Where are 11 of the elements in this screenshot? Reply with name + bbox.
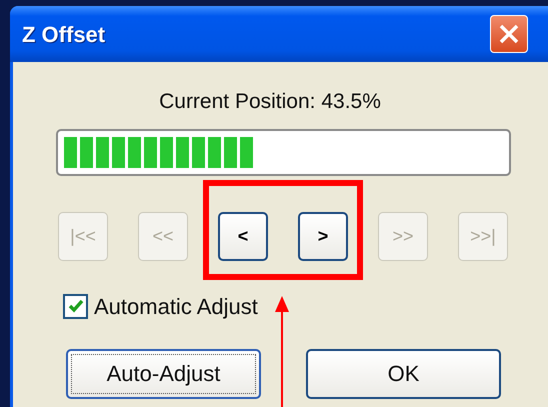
checkmark-icon (68, 299, 84, 313)
window-title: Z Offset (22, 20, 106, 48)
close-button[interactable] (490, 15, 528, 53)
dialog-button[interactable]: Auto-Adjust (66, 348, 261, 398)
checkbox[interactable] (63, 294, 88, 318)
dialog-button[interactable]: OK (306, 348, 501, 398)
close-icon (498, 23, 520, 45)
position-label: Current Position: 43.5% (159, 89, 381, 115)
step-button[interactable]: > (298, 212, 348, 260)
checkbox-label: Automatic Adjust (94, 292, 258, 321)
step-button[interactable]: < (218, 212, 268, 260)
